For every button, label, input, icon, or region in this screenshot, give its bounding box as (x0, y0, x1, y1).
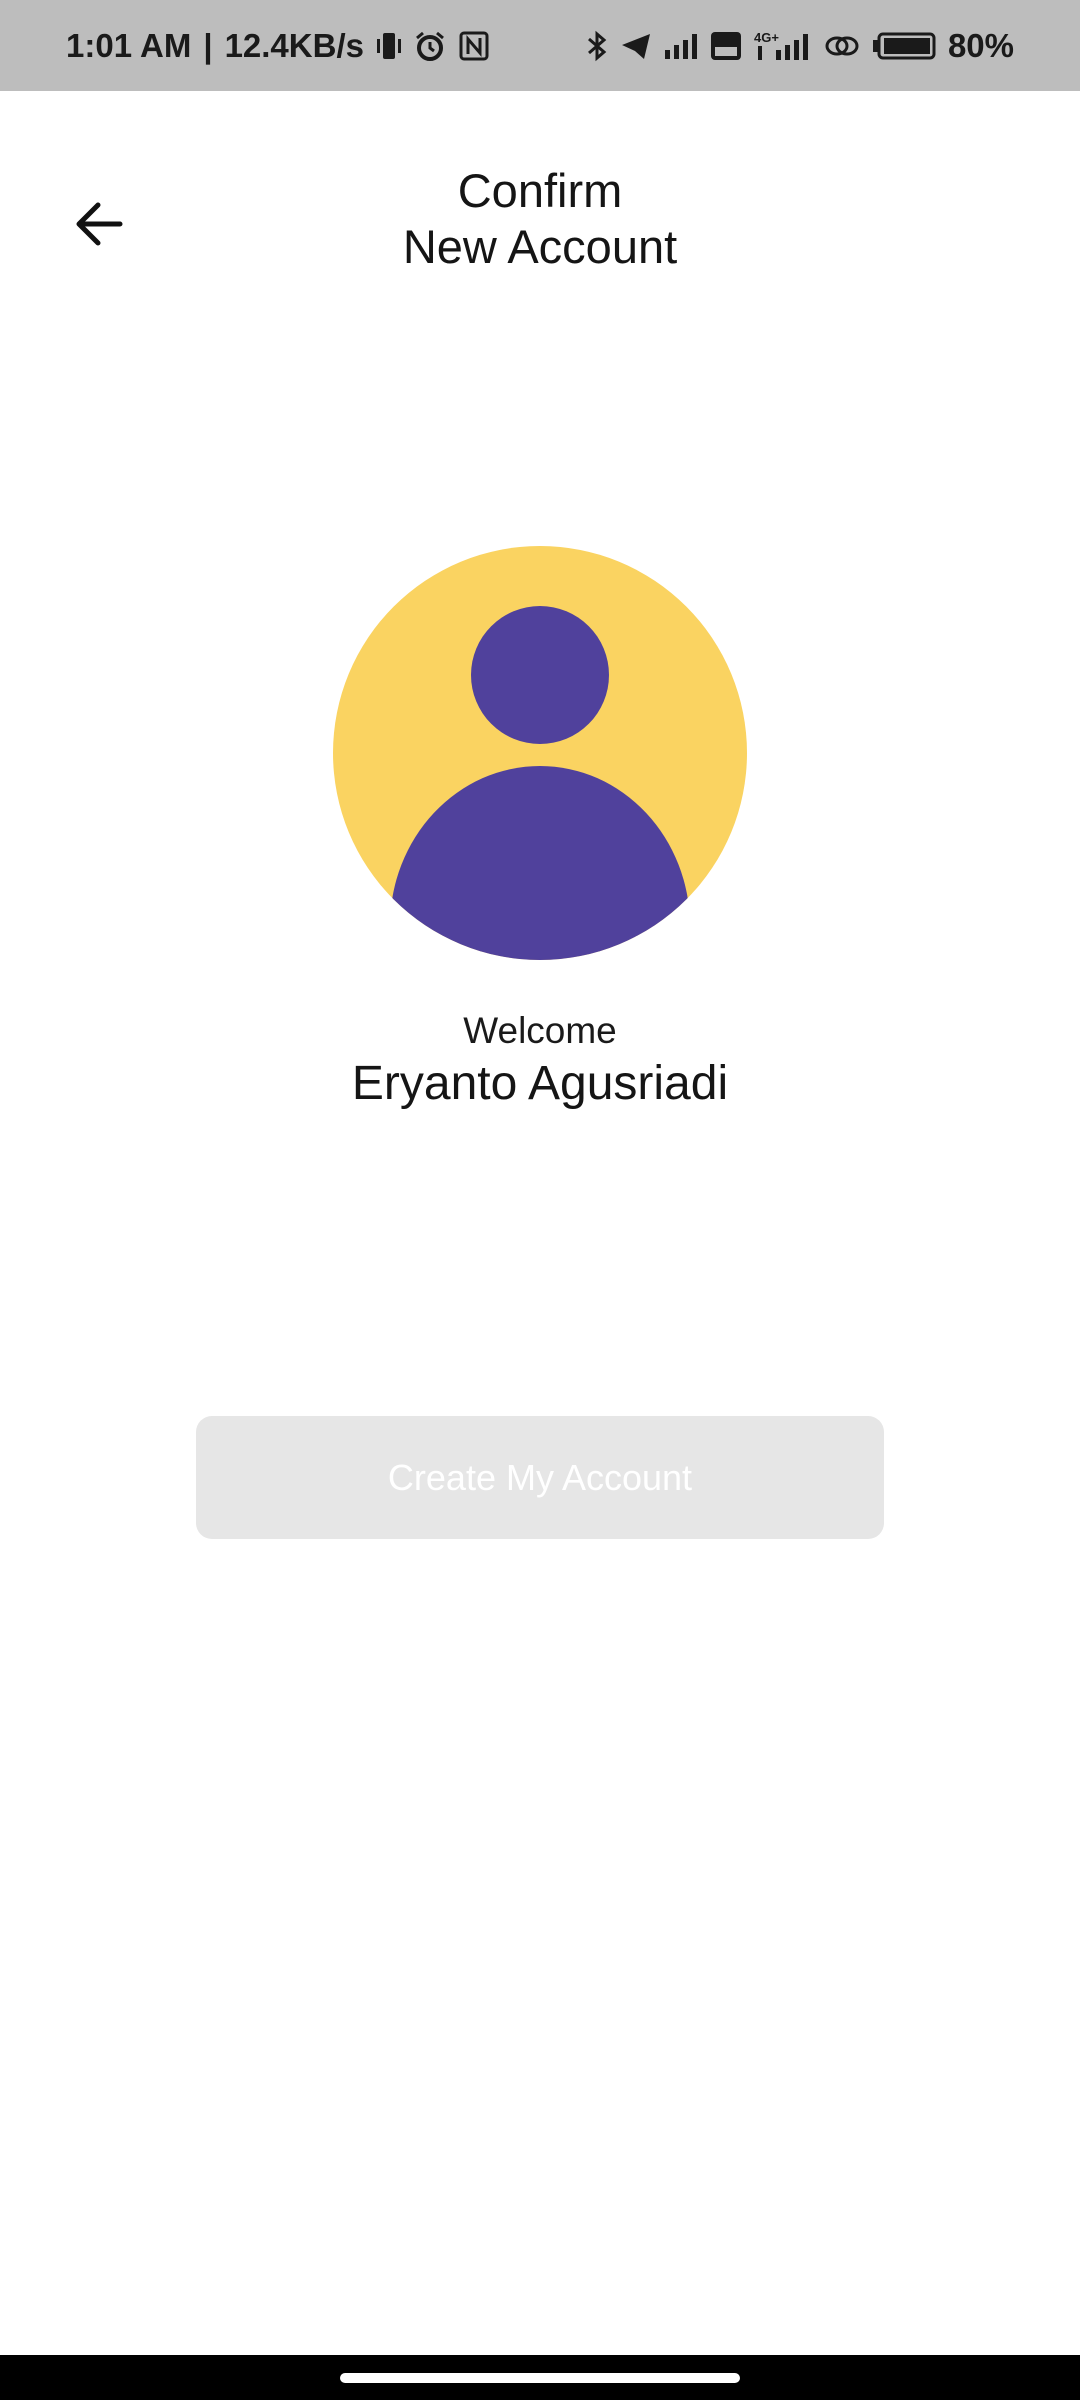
volte-icon (710, 31, 742, 61)
telegram-icon (620, 31, 652, 61)
nfc-icon (458, 30, 490, 62)
svg-text:4G+: 4G+ (754, 30, 779, 45)
page-title-line2: New Account (402, 220, 678, 273)
status-bar: 1:01 AM | 12.4KB/s 4G+ 80% (0, 0, 1080, 91)
status-bar-right: 4G+ 80% (586, 27, 1014, 65)
network-speed: 12.4KB/s (224, 26, 364, 64)
battery-icon (872, 32, 936, 60)
4g-signal-icon: 4G+ (754, 30, 812, 62)
page-title: Confirm New Account (240, 163, 840, 275)
avatar-head (471, 606, 609, 744)
signal-icon (664, 32, 698, 60)
user-avatar-icon (333, 546, 747, 960)
link-icon (824, 31, 860, 61)
welcome-label: Welcome (463, 1010, 617, 1051)
user-name: Eryanto Agusriadi (351, 1057, 729, 1110)
header: Confirm New Account (0, 91, 1080, 273)
back-button[interactable] (62, 187, 136, 261)
bluetooth-icon (586, 30, 608, 62)
status-separator: | (203, 26, 213, 64)
status-time: 1:01 AM (66, 26, 192, 64)
arrow-left-icon (76, 202, 123, 246)
home-indicator[interactable] (340, 2373, 740, 2383)
status-bar-left: 1:01 AM | 12.4KB/s (66, 27, 490, 65)
alarm-icon (414, 30, 446, 62)
vibrate-icon (376, 30, 402, 62)
create-account-button[interactable]: Create My Account (196, 1416, 884, 1539)
battery-level: 80% (947, 26, 1014, 64)
page-title-line1: Confirm (457, 164, 623, 217)
navigation-bar (0, 2355, 1080, 2400)
